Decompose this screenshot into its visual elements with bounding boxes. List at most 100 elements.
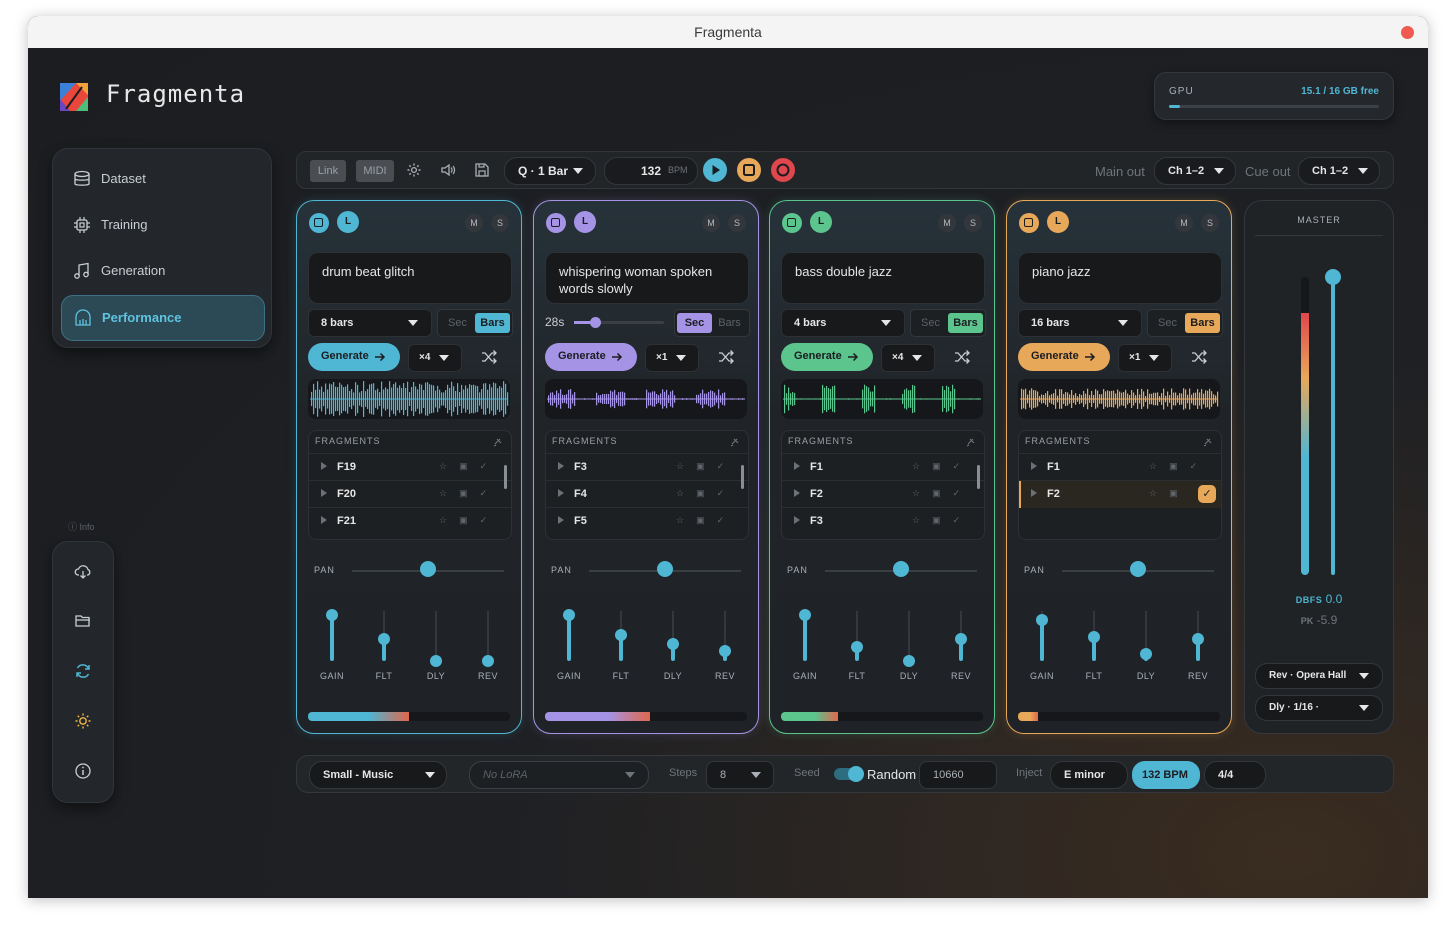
check-icon[interactable]: ✓ xyxy=(717,515,737,525)
pin-icon[interactable] xyxy=(730,437,740,447)
fader-flt[interactable] xyxy=(851,611,863,661)
fader-dly[interactable] xyxy=(430,611,442,667)
fader-knob[interactable] xyxy=(615,629,627,641)
trash-icon[interactable]: ▣ xyxy=(932,515,953,525)
solo-button[interactable]: S xyxy=(964,214,982,232)
trash-icon[interactable]: ▣ xyxy=(932,461,953,471)
check-icon[interactable]: ✓ xyxy=(717,488,737,498)
loop-toggle[interactable]: L xyxy=(1047,211,1069,233)
trash-icon[interactable]: ▣ xyxy=(1169,461,1190,471)
multiplier-dropdown[interactable]: ×4 xyxy=(408,344,462,372)
folder-open-icon[interactable] xyxy=(74,612,92,630)
fragment-row[interactable]: F3 ☆▣✓ xyxy=(782,507,984,535)
play-fragment-icon[interactable] xyxy=(558,516,564,524)
check-icon[interactable]: ✓ xyxy=(953,488,973,498)
fader-knob[interactable] xyxy=(563,609,575,621)
play-fragment-icon[interactable] xyxy=(558,462,564,470)
launch-clip-button[interactable] xyxy=(546,213,566,233)
loop-toggle[interactable]: L xyxy=(574,211,596,233)
fader-knob[interactable] xyxy=(1088,631,1100,643)
fader-knob[interactable] xyxy=(378,633,390,645)
pin-icon[interactable] xyxy=(493,437,503,447)
fader-knob[interactable] xyxy=(903,655,915,667)
fader-rev[interactable] xyxy=(1192,611,1204,661)
master-fader[interactable] xyxy=(1325,269,1341,575)
stop-button[interactable] xyxy=(737,158,761,182)
fader-rev[interactable] xyxy=(955,611,967,661)
fader-knob[interactable] xyxy=(799,609,811,621)
midi-toggle[interactable]: MIDI xyxy=(356,160,394,182)
master-fader-knob[interactable] xyxy=(1325,269,1341,285)
shuffle-icon[interactable] xyxy=(718,349,734,365)
fader-gain[interactable] xyxy=(326,609,338,661)
check-icon[interactable]: ✓ xyxy=(480,461,500,471)
shuffle-icon[interactable] xyxy=(481,349,497,365)
pan-knob[interactable] xyxy=(893,561,909,577)
fader-flt[interactable] xyxy=(1088,611,1100,661)
info-icon[interactable] xyxy=(74,762,92,780)
link-toggle[interactable]: Link xyxy=(310,160,346,182)
unit-sec-option[interactable]: Sec xyxy=(440,313,475,333)
fader-flt[interactable] xyxy=(378,611,390,661)
mute-button[interactable]: M xyxy=(465,214,483,232)
multiplier-dropdown[interactable]: ×1 xyxy=(645,344,699,372)
gear-icon[interactable] xyxy=(406,162,422,178)
mute-button[interactable]: M xyxy=(702,214,720,232)
prompt-input[interactable]: bass double jazz xyxy=(781,252,985,304)
fader-knob[interactable] xyxy=(719,645,731,657)
fader-knob[interactable] xyxy=(955,633,967,645)
close-window-button[interactable] xyxy=(1401,26,1414,39)
unit-bars-option[interactable]: Bars xyxy=(1185,313,1220,333)
fragment-row[interactable]: F19 ☆▣✓ xyxy=(309,453,511,481)
save-icon[interactable] xyxy=(474,162,490,178)
fader-rev[interactable] xyxy=(719,611,731,661)
lora-dropdown[interactable]: No LoRA xyxy=(469,761,649,789)
play-fragment-icon[interactable] xyxy=(794,462,800,470)
check-icon[interactable]: ✓ xyxy=(480,488,500,498)
fragments-scrollbar[interactable] xyxy=(977,465,980,489)
nav-item-dataset[interactable]: Dataset xyxy=(61,157,263,201)
fragment-row[interactable]: F5 ☆▣✓ xyxy=(546,507,748,535)
pin-icon[interactable] xyxy=(1203,437,1213,447)
star-icon[interactable]: ☆ xyxy=(439,488,459,498)
length-slider-knob[interactable] xyxy=(590,317,601,328)
bpm-inject-toggle[interactable]: 132 BPM xyxy=(1132,761,1200,789)
shuffle-icon[interactable] xyxy=(1191,349,1207,365)
nav-item-training[interactable]: Training xyxy=(61,203,263,247)
play-button[interactable] xyxy=(703,158,727,182)
bpm-field[interactable]: 132 BPM xyxy=(604,157,698,185)
record-button[interactable] xyxy=(771,158,795,182)
trash-icon[interactable]: ▣ xyxy=(459,461,480,471)
trash-icon[interactable]: ▣ xyxy=(932,488,953,498)
prompt-input[interactable]: drum beat glitch xyxy=(308,252,512,304)
multiplier-dropdown[interactable]: ×1 xyxy=(1118,344,1172,372)
unit-sec-option[interactable]: Sec xyxy=(677,313,712,333)
trash-icon[interactable]: ▣ xyxy=(459,488,480,498)
prompt-input[interactable]: whispering woman spoken words slowly xyxy=(545,252,749,304)
fader-knob[interactable] xyxy=(1140,648,1152,660)
unit-bars-option[interactable]: Bars xyxy=(712,313,747,333)
check-icon[interactable]: ✓ xyxy=(1190,461,1210,471)
reverb-dropdown[interactable]: Rev · Opera Hall xyxy=(1255,663,1383,689)
length-dropdown[interactable]: 16 bars xyxy=(1018,309,1142,337)
mute-button[interactable]: M xyxy=(1175,214,1193,232)
star-icon[interactable]: ☆ xyxy=(439,515,459,525)
fader-knob[interactable] xyxy=(1036,614,1048,626)
fader-gain[interactable] xyxy=(563,609,575,661)
generate-button[interactable]: Generate xyxy=(781,343,873,371)
trash-icon[interactable]: ▣ xyxy=(696,515,717,525)
sun-icon[interactable] xyxy=(74,712,92,730)
model-dropdown[interactable]: Small - Music xyxy=(309,761,447,789)
play-fragment-icon[interactable] xyxy=(1031,462,1037,470)
fragments-scrollbar[interactable] xyxy=(504,465,507,489)
check-icon[interactable]: ✓ xyxy=(480,515,500,525)
quantize-dropdown[interactable]: Q · 1 Bar xyxy=(504,157,596,185)
length-dropdown[interactable]: 4 bars xyxy=(781,309,905,337)
trash-icon[interactable]: ▣ xyxy=(459,515,480,525)
generate-button[interactable]: Generate xyxy=(545,343,637,371)
unit-sec-option[interactable]: Sec xyxy=(913,313,948,333)
launch-clip-button[interactable] xyxy=(1019,213,1039,233)
solo-button[interactable]: S xyxy=(728,214,746,232)
play-fragment-icon[interactable] xyxy=(558,489,564,497)
fragment-row[interactable]: F21 ☆▣✓ xyxy=(309,507,511,535)
